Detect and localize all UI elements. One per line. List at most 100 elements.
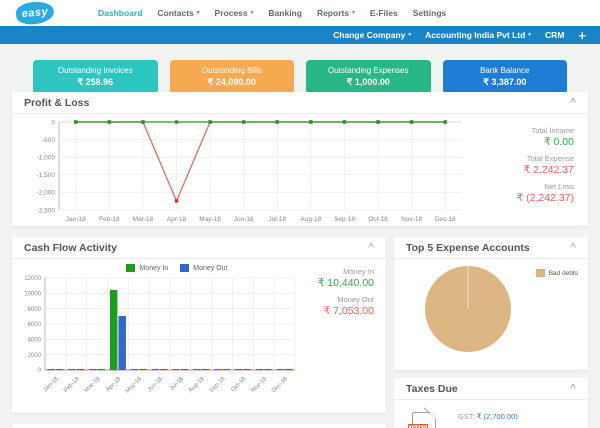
- pie-legend: Bad debts: [536, 269, 578, 277]
- taxes-document-icon: TAXES: [412, 412, 436, 428]
- svg-text:-2,500: -2,500: [37, 207, 56, 214]
- taxes-band-label: TAXES: [408, 424, 428, 428]
- card-label: Outstanding Invoices: [58, 66, 133, 75]
- cash-flow-header: Cash Flow Activity ^: [12, 237, 386, 259]
- nav-item-efiles[interactable]: E-Files: [370, 8, 398, 18]
- card-label: Outstanding Expenses: [328, 66, 409, 75]
- svg-text:12000: 12000: [24, 276, 41, 282]
- expense-accounts-panel: Top 5 Expense Accounts ^ Bad debts: [394, 237, 588, 370]
- svg-text:Jun-18: Jun-18: [234, 216, 254, 223]
- taxes-due-header: Taxes Due ^: [394, 378, 588, 400]
- card-label: Bank Balance: [480, 66, 529, 75]
- summary-cards-row: Outstanding Invoices ₹ 258.96 Outstandin…: [33, 60, 567, 94]
- cash-flow-body: Money In Money Out 0 2000 4000 6000 8000 1000…: [12, 259, 386, 407]
- svg-text:0: 0: [38, 368, 42, 374]
- card-outstanding-expenses[interactable]: Outstanding Expenses ₹ 1,000.00: [306, 60, 431, 94]
- svg-text:Jan-18: Jan-18: [66, 216, 86, 223]
- app-logo[interactable]: easy: [15, 0, 55, 25]
- collapse-icon[interactable]: ^: [570, 384, 576, 394]
- svg-text:Sep-18: Sep-18: [209, 376, 227, 394]
- total-income: Total Income ₹ 0.00: [472, 126, 574, 148]
- next-panel-sliver: [12, 424, 386, 428]
- svg-text:Mar-18: Mar-18: [133, 216, 154, 223]
- cash-flow-chart-area: Money In Money Out 0 2000 4000 6000 8000 1000…: [12, 259, 312, 407]
- svg-text:-1,000: -1,000: [37, 155, 56, 162]
- nav-item-reports[interactable]: Reports▾: [317, 8, 355, 18]
- profit-loss-chart: 0-500-1,000-1,500-2,000-2,500Jan-18Feb-1…: [12, 114, 472, 231]
- svg-text:Apr-18: Apr-18: [167, 216, 187, 223]
- chevron-down-icon: ▾: [251, 10, 254, 16]
- collapse-icon[interactable]: ^: [570, 98, 576, 108]
- panel-title: Profit & Loss: [24, 97, 89, 109]
- svg-text:8000: 8000: [28, 307, 42, 313]
- nav-item-process[interactable]: Process▾: [215, 8, 254, 18]
- change-company-dropdown[interactable]: Change Company▾: [333, 30, 411, 40]
- card-outstanding-bills[interactable]: Outstanding Bills ₹ 24,090.00: [170, 60, 295, 94]
- panel-title: Taxes Due: [406, 383, 458, 395]
- collapse-icon[interactable]: ^: [570, 243, 576, 253]
- bad-debts-swatch-icon: [536, 269, 545, 277]
- svg-text:Nov-18: Nov-18: [250, 376, 268, 394]
- nav-item-banking[interactable]: Banking: [268, 8, 302, 18]
- svg-text:-500: -500: [42, 137, 55, 144]
- profit-loss-summary: Total Income ₹ 0.00 Total Expense ₹ 2,24…: [472, 114, 588, 231]
- svg-text:Oct-18: Oct-18: [230, 376, 247, 393]
- svg-text:Jan-18: Jan-18: [43, 376, 61, 394]
- svg-text:-2,000: -2,000: [37, 190, 56, 197]
- money-out-total: Money Out ₹ 7,053.00: [312, 295, 374, 317]
- card-bank-balance[interactable]: Bank Balance ₹ 3,387.00: [443, 60, 568, 94]
- card-value: ₹ 258.96: [77, 77, 113, 88]
- chevron-down-icon: ▾: [352, 10, 355, 16]
- svg-text:Sep-18: Sep-18: [334, 216, 355, 223]
- svg-text:Jun-18: Jun-18: [147, 376, 165, 394]
- legend-money-out: Money Out: [180, 264, 227, 272]
- crm-link[interactable]: CRM: [545, 30, 564, 40]
- company-name-dropdown[interactable]: Accounting India Pvt Ltd▾: [425, 30, 531, 40]
- svg-text:Feb-18: Feb-18: [63, 376, 81, 394]
- svg-text:Feb-18: Feb-18: [99, 216, 120, 223]
- cash-flow-panel: Cash Flow Activity ^ Money In Money Out …: [12, 237, 386, 413]
- svg-text:May-18: May-18: [125, 376, 144, 395]
- money-out-swatch-icon: [180, 264, 189, 272]
- top-navigation: easy Dashboard Contacts▾ Process▾ Bankin…: [0, 0, 600, 26]
- logo-text: easy: [21, 6, 48, 20]
- svg-text:Jul-18: Jul-18: [169, 376, 185, 392]
- gst-amount-link[interactable]: ₹ (2,700.00): [477, 412, 518, 421]
- profit-loss-header: Profit & Loss ^: [12, 92, 588, 114]
- nav-item-settings[interactable]: Settings: [413, 8, 447, 18]
- collapse-icon[interactable]: ^: [368, 243, 374, 253]
- svg-text:Oct-18: Oct-18: [368, 216, 388, 223]
- profit-loss-panel: Profit & Loss ^ 0-500-1,000-1,500-2,000-…: [12, 92, 588, 226]
- net-loss: Net Loss ₹ (2,242.37): [472, 182, 574, 204]
- panel-title: Cash Flow Activity: [24, 242, 117, 254]
- svg-text:Nov-18: Nov-18: [401, 216, 422, 223]
- chevron-down-icon: ▾: [528, 32, 531, 38]
- card-value: ₹ 24,090.00: [208, 77, 256, 88]
- add-icon[interactable]: +: [578, 29, 586, 42]
- gst-label: GST:: [458, 412, 475, 421]
- card-value: ₹ 3,387.00: [483, 77, 526, 88]
- svg-text:6000: 6000: [28, 322, 42, 328]
- svg-text:Mar-18: Mar-18: [84, 376, 102, 394]
- card-value: ₹ 1,000.00: [347, 77, 390, 88]
- panel-title: Top 5 Expense Accounts: [406, 242, 530, 254]
- cash-flow-chart: 020004000600080001000012000Jan-18Feb-18M…: [12, 272, 312, 407]
- cash-flow-legend: Money In Money Out: [42, 264, 312, 272]
- svg-text:0: 0: [51, 119, 55, 126]
- svg-text:4000: 4000: [28, 338, 42, 344]
- dashboard-page: easy Dashboard Contacts▾ Process▾ Bankin…: [0, 0, 600, 428]
- svg-text:2000: 2000: [28, 353, 42, 359]
- chevron-down-icon: ▾: [197, 10, 200, 16]
- expense-accounts-header: Top 5 Expense Accounts ^: [394, 237, 588, 259]
- svg-text:Apr-18: Apr-18: [105, 376, 122, 393]
- svg-text:Jul-18: Jul-18: [268, 216, 286, 223]
- nav-item-contacts[interactable]: Contacts▾: [157, 8, 199, 18]
- svg-text:Aug-18: Aug-18: [300, 216, 321, 223]
- taxes-due-body: TAXES GST: ₹ (2,700.00): [394, 400, 588, 428]
- nav-item-dashboard[interactable]: Dashboard: [98, 8, 142, 18]
- main-menu: Dashboard Contacts▾ Process▾ Banking Rep…: [98, 8, 446, 18]
- card-outstanding-invoices[interactable]: Outstanding Invoices ₹ 258.96: [33, 60, 158, 94]
- svg-text:10000: 10000: [24, 292, 41, 298]
- expense-accounts-body: Bad debts: [394, 259, 588, 369]
- chevron-down-icon: ▾: [408, 32, 411, 38]
